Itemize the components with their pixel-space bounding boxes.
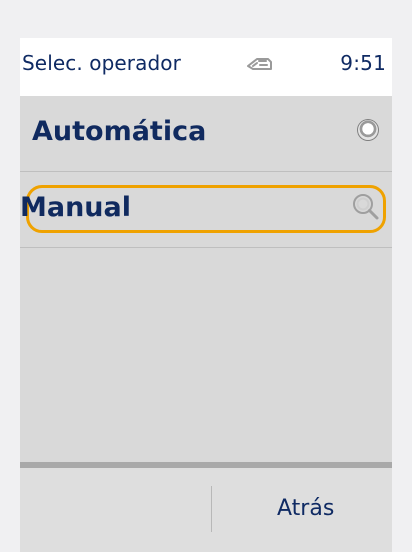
search-icon xyxy=(353,194,379,220)
list-item-manual[interactable]: Manual xyxy=(20,172,392,248)
softkey-bar: Atrás xyxy=(20,468,392,552)
manual-label: Manual xyxy=(20,192,132,223)
clock-time: 9:51 xyxy=(340,51,386,75)
sim-card-icon xyxy=(247,58,272,70)
back-softkey[interactable]: Atrás xyxy=(277,496,334,521)
automatic-label: Automática xyxy=(32,116,207,147)
operator-selection-list: Automática Manual xyxy=(20,96,392,506)
phone-screen: Selec. operador 9:51 Automática Manual A xyxy=(20,38,392,552)
radio-button-icon xyxy=(357,119,379,141)
status-bar: Selec. operador 9:51 xyxy=(20,38,392,96)
softkey-divider xyxy=(211,486,212,532)
screen-title: Selec. operador xyxy=(22,51,181,75)
list-item-automatic[interactable]: Automática xyxy=(20,96,392,172)
